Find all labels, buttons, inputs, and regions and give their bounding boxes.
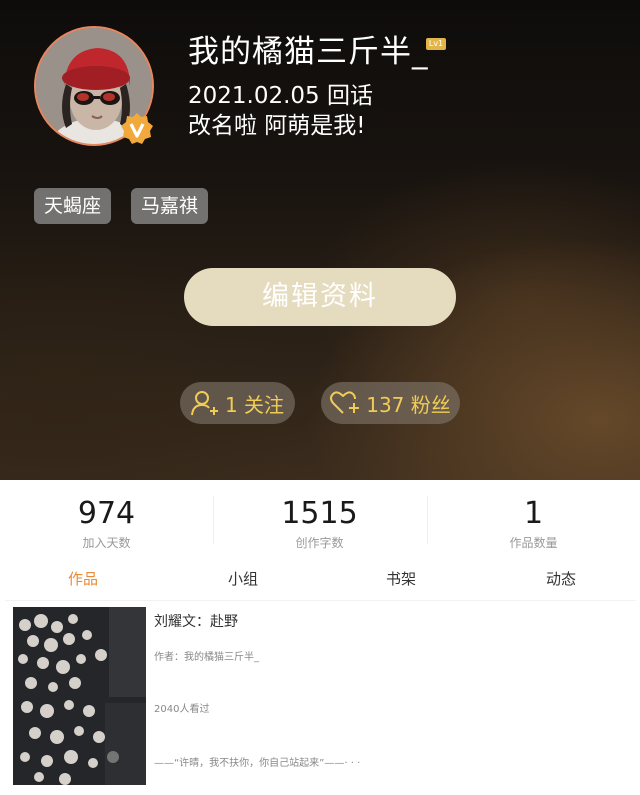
work-cover-image[interactable] xyxy=(13,607,146,785)
stat-days-label: 加入天数 xyxy=(82,536,131,550)
tag-idol[interactable]: 马嘉祺 xyxy=(131,188,209,224)
work-excerpt: ——“许晴，我不扶你，你自己站起来”——· · · xyxy=(154,758,361,769)
heart-plus-icon xyxy=(330,391,360,414)
following-label: 1 关注 xyxy=(224,392,285,417)
following-button[interactable]: 1 关注 xyxy=(180,382,295,424)
tab-works[interactable]: 作品 xyxy=(3,568,163,589)
stat-words-value: 1515 xyxy=(281,496,358,531)
bio-line-2: 改名啦 阿萌是我! xyxy=(188,113,366,139)
stat-days: 974 加入天数 xyxy=(0,496,213,551)
stat-days-value: 974 xyxy=(77,496,136,531)
verified-badge-icon xyxy=(121,113,153,144)
work-author: 作者：我的橘猫三斤半_ xyxy=(154,652,259,663)
stat-works-value: 1 xyxy=(523,496,544,531)
profile-header: 我的橘猫三斤半_ Lv1 2021.02.05 回话 改名啦 阿萌是我! 天蝎座… xyxy=(0,0,640,480)
stat-words-label: 创作字数 xyxy=(295,536,344,550)
work-views: 2040人看过 xyxy=(154,704,210,715)
tab-bookshelf[interactable]: 书架 xyxy=(321,568,481,589)
edit-profile-button[interactable]: 编辑资料 xyxy=(184,268,456,326)
level-badge: Lv1 xyxy=(426,38,446,50)
stat-works-label: 作品数量 xyxy=(509,536,558,550)
add-user-icon xyxy=(190,391,218,416)
flowers-cover-image xyxy=(13,607,146,785)
profile-page: 我的橘猫三斤半_ Lv1 2021.02.05 回话 改名啦 阿萌是我! 天蝎座… xyxy=(0,0,640,795)
avatar-container[interactable] xyxy=(34,26,154,146)
stat-words: 1515 创作字数 xyxy=(213,496,426,551)
tab-groups[interactable]: 小组 xyxy=(163,568,323,589)
work-title[interactable]: 刘耀文：赴野 xyxy=(154,611,238,631)
work-card[interactable]: 刘耀文：赴野 作者：我的橘猫三斤半_ 2040人看过 ——“许晴，我不扶你，你自… xyxy=(5,600,636,795)
fans-label: 137 粉丝 xyxy=(366,392,451,417)
stat-works: 1 作品数量 xyxy=(427,496,640,551)
tag-zodiac[interactable]: 天蝎座 xyxy=(34,188,112,224)
fans-button[interactable]: 137 粉丝 xyxy=(321,382,460,424)
tab-activity[interactable]: 动态 xyxy=(481,568,640,589)
bio-line-1: 2021.02.05 回话 xyxy=(188,83,373,109)
nickname: 我的橘猫三斤半_ xyxy=(188,34,429,70)
